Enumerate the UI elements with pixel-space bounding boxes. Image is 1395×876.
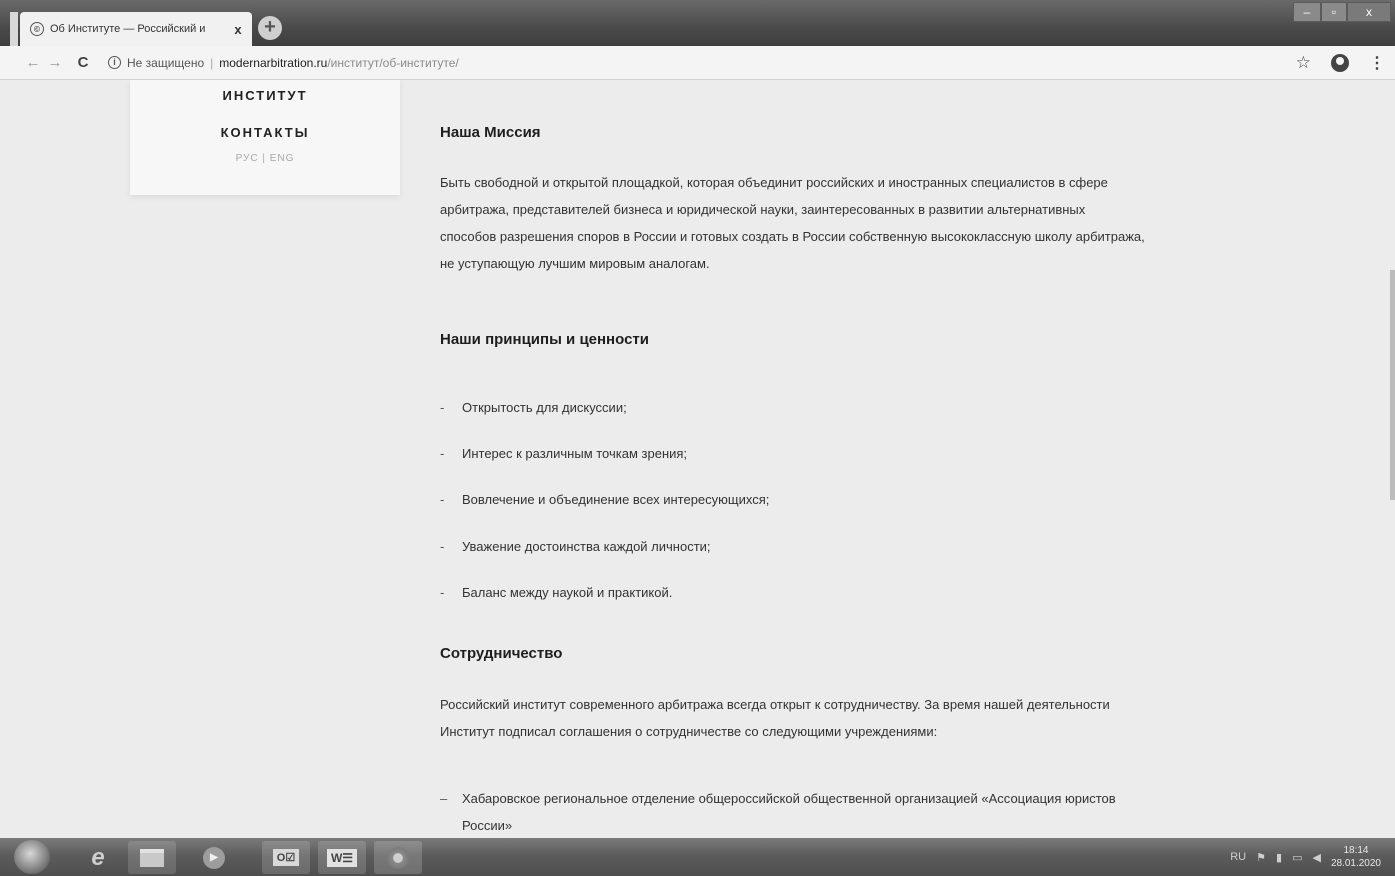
maximize-button[interactable]: ▫ (1321, 2, 1347, 22)
address-bar: ← → C i Не защищено | modernarbitration.… (0, 46, 1395, 80)
browser-tab-active[interactable]: © Об Институте — Российский и x (20, 12, 252, 46)
mission-heading: Наша Миссия (440, 124, 541, 141)
site-favicon-icon: © (30, 22, 44, 36)
back-arrow-icon[interactable]: ← (22, 54, 44, 71)
tab-title: Об Институте — Российский и (50, 23, 206, 35)
bullet-dash: - (440, 400, 445, 415)
browser-menu-icon[interactable]: ⋮ (1369, 53, 1385, 73)
word-icon[interactable]: W☰ (318, 841, 366, 874)
reload-icon[interactable]: C (72, 54, 94, 71)
bullet-dash: - (440, 585, 445, 600)
input-language-indicator[interactable]: RU (1230, 851, 1246, 863)
close-window-button[interactable]: x (1347, 2, 1391, 22)
language-switcher[interactable]: РУС | ENG (130, 153, 400, 164)
nav-link-institute[interactable]: ИНСТИТУТ (130, 88, 400, 103)
play-icon: ▶ (203, 846, 225, 869)
cooperation-text: Российский институт современного арбитра… (440, 691, 1280, 745)
bullet-dash: - (440, 539, 445, 554)
clock-time: 18:14 (1343, 845, 1369, 856)
url-host[interactable]: modernarbitration.ru (219, 56, 327, 70)
tab-close-icon[interactable]: x (230, 22, 246, 37)
word-label: W☰ (326, 848, 358, 867)
url-separator: | (210, 55, 214, 70)
window-controls: ‒ ▫ x (1293, 2, 1391, 22)
list-item-text: Интерес к различным точкам зрения; (462, 446, 688, 461)
address-bar-actions: ☆ ⋮ (1296, 46, 1385, 80)
network-icon[interactable]: ▮ (1276, 851, 1282, 864)
clock-date: 28.01.2020 (1330, 858, 1381, 869)
account-icon[interactable] (1331, 54, 1349, 72)
page-scrollbar-thumb[interactable] (1390, 270, 1395, 500)
mission-text: Быть свободной и открытой площадкой, кот… (440, 169, 1280, 277)
system-tray: RU ⚑ ▮ ▭ ◀ 18:14 28.01.2020 (1230, 838, 1381, 876)
browser-titlebar: © Об Институте — Российский и x + ‒ ▫ x (0, 0, 1395, 46)
list-item-text: Открытость для дискуссии; (462, 400, 627, 415)
partner-line: Хабаровское региональное отделение общер… (462, 791, 1116, 806)
mission-line: арбитража, представителей бизнеса и юрид… (440, 202, 1086, 217)
list-item: - Баланс между наукой и практикой. (440, 585, 672, 600)
cooperation-line: Российский институт современного арбитра… (440, 697, 1110, 712)
list-item: - Открытость для дискуссии; (440, 400, 627, 415)
os-taskbar: e ▶ O☑ W☰ RU ⚑ ▮ ▭ ◀ 18:14 28.01.2020 (0, 838, 1395, 876)
list-item-text: Уважение достоинства каждой личности; (462, 539, 711, 554)
site-info-icon[interactable]: i (108, 56, 121, 69)
mission-line: не уступающую лучшим мировым аналогам. (440, 256, 710, 271)
list-item: - Уважение достоинства каждой личности; (440, 539, 711, 554)
list-item-text: Вовлечение и объединение всех интересующ… (462, 492, 770, 507)
url-path[interactable]: /институт/об-институте/ (327, 56, 458, 70)
site-nav-card: ИНСТИТУТ КОНТАКТЫ РУС | ENG (130, 80, 400, 195)
bullet-dash: - (440, 492, 445, 507)
bookmark-star-icon[interactable]: ☆ (1296, 53, 1311, 73)
taskbar-clock[interactable]: 18:14 28.01.2020 (1331, 844, 1381, 870)
mission-line: способов разрешения споров в России и го… (440, 229, 1145, 244)
file-explorer-icon[interactable] (128, 841, 176, 874)
nav-link-contacts[interactable]: КОНТАКТЫ (130, 125, 400, 140)
media-player-icon[interactable]: ▶ (190, 841, 238, 874)
bullet-dash: – (440, 791, 448, 806)
volume-icon[interactable]: ◀ (1312, 851, 1320, 864)
internet-explorer-icon[interactable]: e (74, 841, 122, 874)
bullet-dash: - (440, 446, 445, 461)
cooperation-heading: Сотрудничество (440, 645, 563, 662)
tab-strip-edge (10, 12, 18, 46)
flag-icon[interactable]: ⚑ (1256, 851, 1266, 864)
cooperation-line: Институт подписал соглашения о сотруднич… (440, 724, 938, 739)
forward-arrow-icon[interactable]: → (44, 54, 66, 71)
principles-heading: Наши принципы и ценности (440, 331, 649, 348)
list-item: - Интерес к различным точкам зрения; (440, 446, 687, 461)
partner-line: России» (462, 818, 513, 833)
folder-icon (140, 848, 164, 867)
chrome-icon[interactable] (374, 841, 422, 874)
mission-line: Быть свободной и открытой площадкой, кот… (440, 175, 1108, 190)
list-item-text: Баланс между наукой и практикой. (462, 585, 673, 600)
minimize-button[interactable]: ‒ (1293, 2, 1321, 22)
chrome-logo-icon (387, 846, 409, 869)
list-item: - Вовлечение и объединение всех интересу… (440, 492, 769, 507)
battery-icon[interactable]: ▭ (1292, 851, 1302, 864)
outlook-label: O☑ (272, 849, 300, 866)
start-button[interactable] (14, 840, 50, 874)
outlook-icon[interactable]: O☑ (262, 841, 310, 874)
not-secure-label[interactable]: Не защищено (127, 56, 204, 70)
new-tab-button[interactable]: + (258, 16, 282, 40)
page-viewport: ИНСТИТУТ КОНТАКТЫ РУС | ENG Наша Миссия … (0, 80, 1395, 838)
partner-list-item: – Хабаровское региональное отделение общ… (440, 785, 1280, 838)
